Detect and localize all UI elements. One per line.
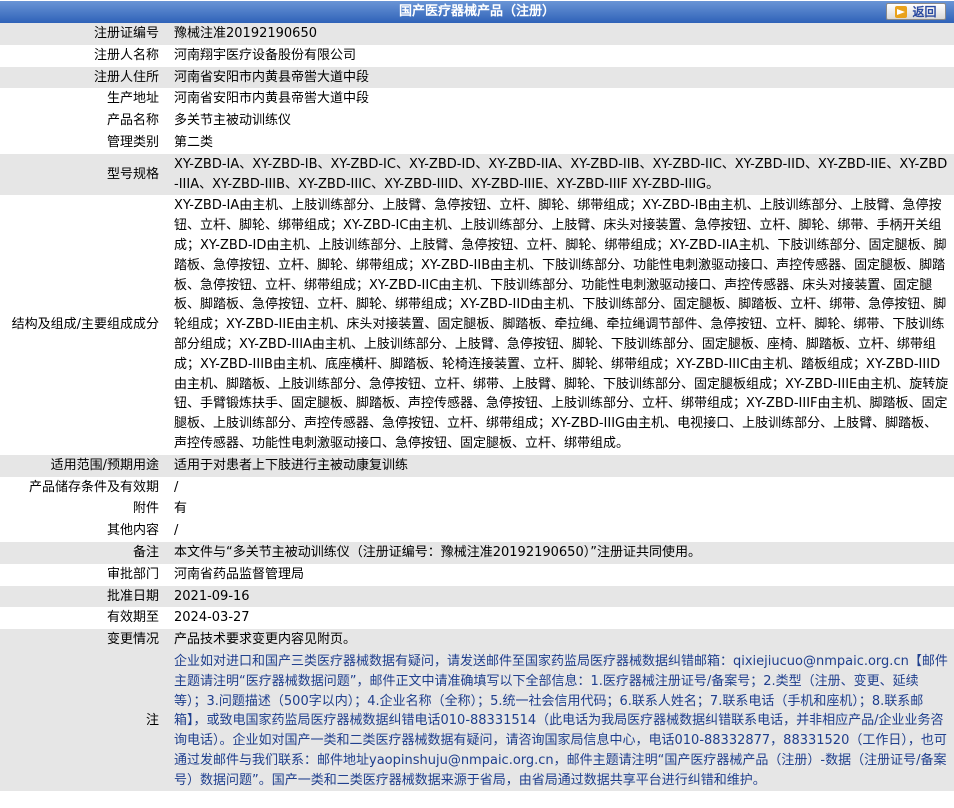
- field-label: 有效期至: [0, 607, 166, 630]
- row-approval-dept: 审批部门 河南省药品监督管理局: [0, 563, 954, 586]
- row-production-address: 生产地址 河南省安阳市内黄县帝喾大道中段: [0, 88, 954, 111]
- field-label: 适用范围/预期用途: [0, 454, 166, 477]
- field-value: /: [166, 476, 954, 499]
- arrow-right-icon: [895, 5, 908, 18]
- detail-table: 注册证编号 豫械注准20192190650 注册人名称 河南翔宇医疗设备股份有限…: [0, 23, 954, 792]
- field-value: /: [166, 520, 954, 542]
- row-structure-composition: 结构及组成/主要组成成分 XY-ZBD-IA由主机、上肢训练部分、上肢臂、急停按…: [0, 195, 954, 455]
- field-value: 有: [166, 498, 954, 521]
- field-label: 型号规格: [0, 153, 166, 196]
- field-value: 河南省安阳市内黄县帝喾大道中段: [166, 66, 954, 89]
- field-label: 注册人住所: [0, 66, 166, 89]
- field-label: 管理类别: [0, 131, 166, 154]
- row-registrant-address: 注册人住所 河南省安阳市内黄县帝喾大道中段: [0, 66, 954, 89]
- back-button[interactable]: 返回: [886, 3, 946, 20]
- field-label: 注册人名称: [0, 44, 166, 67]
- back-button-label: 返回: [912, 5, 937, 19]
- field-value: 产品技术要求变更内容见附页。: [166, 629, 954, 651]
- page-title: 国产医疗器械产品（注册）: [398, 4, 555, 19]
- field-label: 备注: [0, 541, 166, 564]
- field-value: XY-ZBD-IA由主机、上肢训练部分、上肢臂、急停按钮、立杆、脚轮、绑带组成；…: [166, 195, 954, 455]
- field-label: 变更情况: [0, 629, 166, 651]
- row-registration-number: 注册证编号 豫械注准20192190650: [0, 23, 954, 45]
- page-header: 国产医疗器械产品（注册） 返回: [0, 1, 954, 23]
- field-value: 多关节主被动训练仪: [166, 110, 954, 132]
- row-intended-use: 适用范围/预期用途 适用于对患者上下肢进行主被动康复训练: [0, 454, 954, 477]
- field-value: 适用于对患者上下肢进行主被动康复训练: [166, 454, 954, 477]
- row-approval-date: 批准日期 2021-09-16: [0, 585, 954, 608]
- field-value: 2021-09-16: [166, 585, 954, 608]
- row-model-spec: 型号规格 XY-ZBD-IA、XY-ZBD-IB、XY-ZBD-IC、XY-ZB…: [0, 153, 954, 196]
- field-label: 批准日期: [0, 585, 166, 608]
- field-value: 河南省药品监督管理局: [166, 563, 954, 586]
- field-label: 产品储存条件及有效期: [0, 476, 166, 499]
- field-value: 豫械注准20192190650: [166, 23, 954, 45]
- row-attachment: 附件 有: [0, 498, 954, 521]
- row-remarks: 备注 本文件与“多关节主被动训练仪（注册证编号：豫械注准20192190650）…: [0, 541, 954, 564]
- row-registrant-name: 注册人名称 河南翔宇医疗设备股份有限公司: [0, 44, 954, 67]
- field-value: 河南省安阳市内黄县帝喾大道中段: [166, 88, 954, 111]
- row-other-content: 其他内容 /: [0, 520, 954, 542]
- field-label: 注: [0, 650, 166, 792]
- note-text: 企业如对进口和国产三类医疗器械数据有疑问，请发送邮件至国家药监局医疗器械数据纠错…: [166, 650, 954, 792]
- row-product-name: 产品名称 多关节主被动训练仪: [0, 110, 954, 132]
- row-management-class: 管理类别 第二类: [0, 131, 954, 154]
- field-value: 本文件与“多关节主被动训练仪（注册证编号：豫械注准20192190650）”注册…: [166, 541, 954, 564]
- field-value: 第二类: [166, 131, 954, 154]
- field-label: 注册证编号: [0, 23, 166, 45]
- row-storage-validity: 产品储存条件及有效期 /: [0, 476, 954, 499]
- field-label: 其他内容: [0, 520, 166, 542]
- field-label: 产品名称: [0, 110, 166, 132]
- field-value: XY-ZBD-IA、XY-ZBD-IB、XY-ZBD-IC、XY-ZBD-ID、…: [166, 153, 954, 196]
- field-label: 生产地址: [0, 88, 166, 111]
- row-note: 注 企业如对进口和国产三类医疗器械数据有疑问，请发送邮件至国家药监局医疗器械数据…: [0, 650, 954, 792]
- field-label: 附件: [0, 498, 166, 521]
- row-change-status: 变更情况 产品技术要求变更内容见附页。: [0, 629, 954, 651]
- field-value: 河南翔宇医疗设备股份有限公司: [166, 44, 954, 67]
- field-label: 审批部门: [0, 563, 166, 586]
- field-label: 结构及组成/主要组成成分: [0, 195, 166, 455]
- row-valid-until: 有效期至 2024-03-27: [0, 607, 954, 630]
- field-value: 2024-03-27: [166, 607, 954, 630]
